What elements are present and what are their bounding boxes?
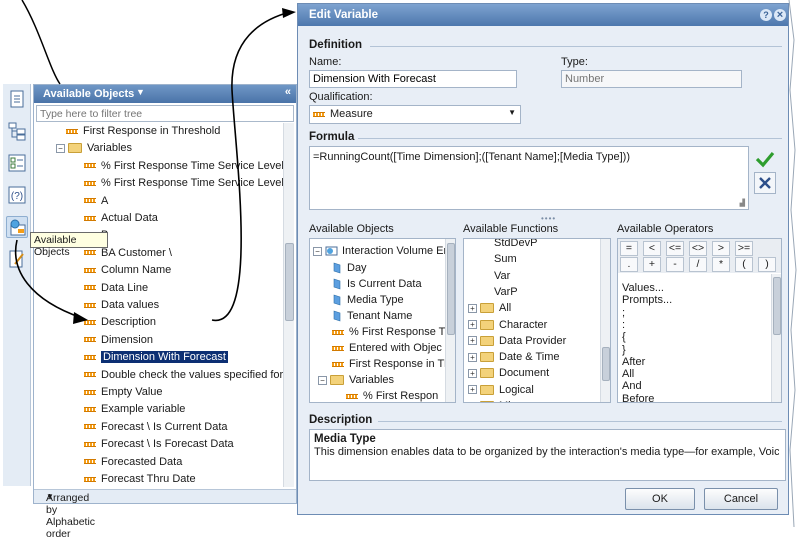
arrow-line: [211, 11, 291, 321]
arrow-line: [21, 0, 61, 85]
annotation-arrows: [14, 0, 296, 324]
arrow-line: [14, 239, 83, 319]
arrow-head: [73, 312, 88, 324]
arrow-head: [282, 8, 296, 18]
